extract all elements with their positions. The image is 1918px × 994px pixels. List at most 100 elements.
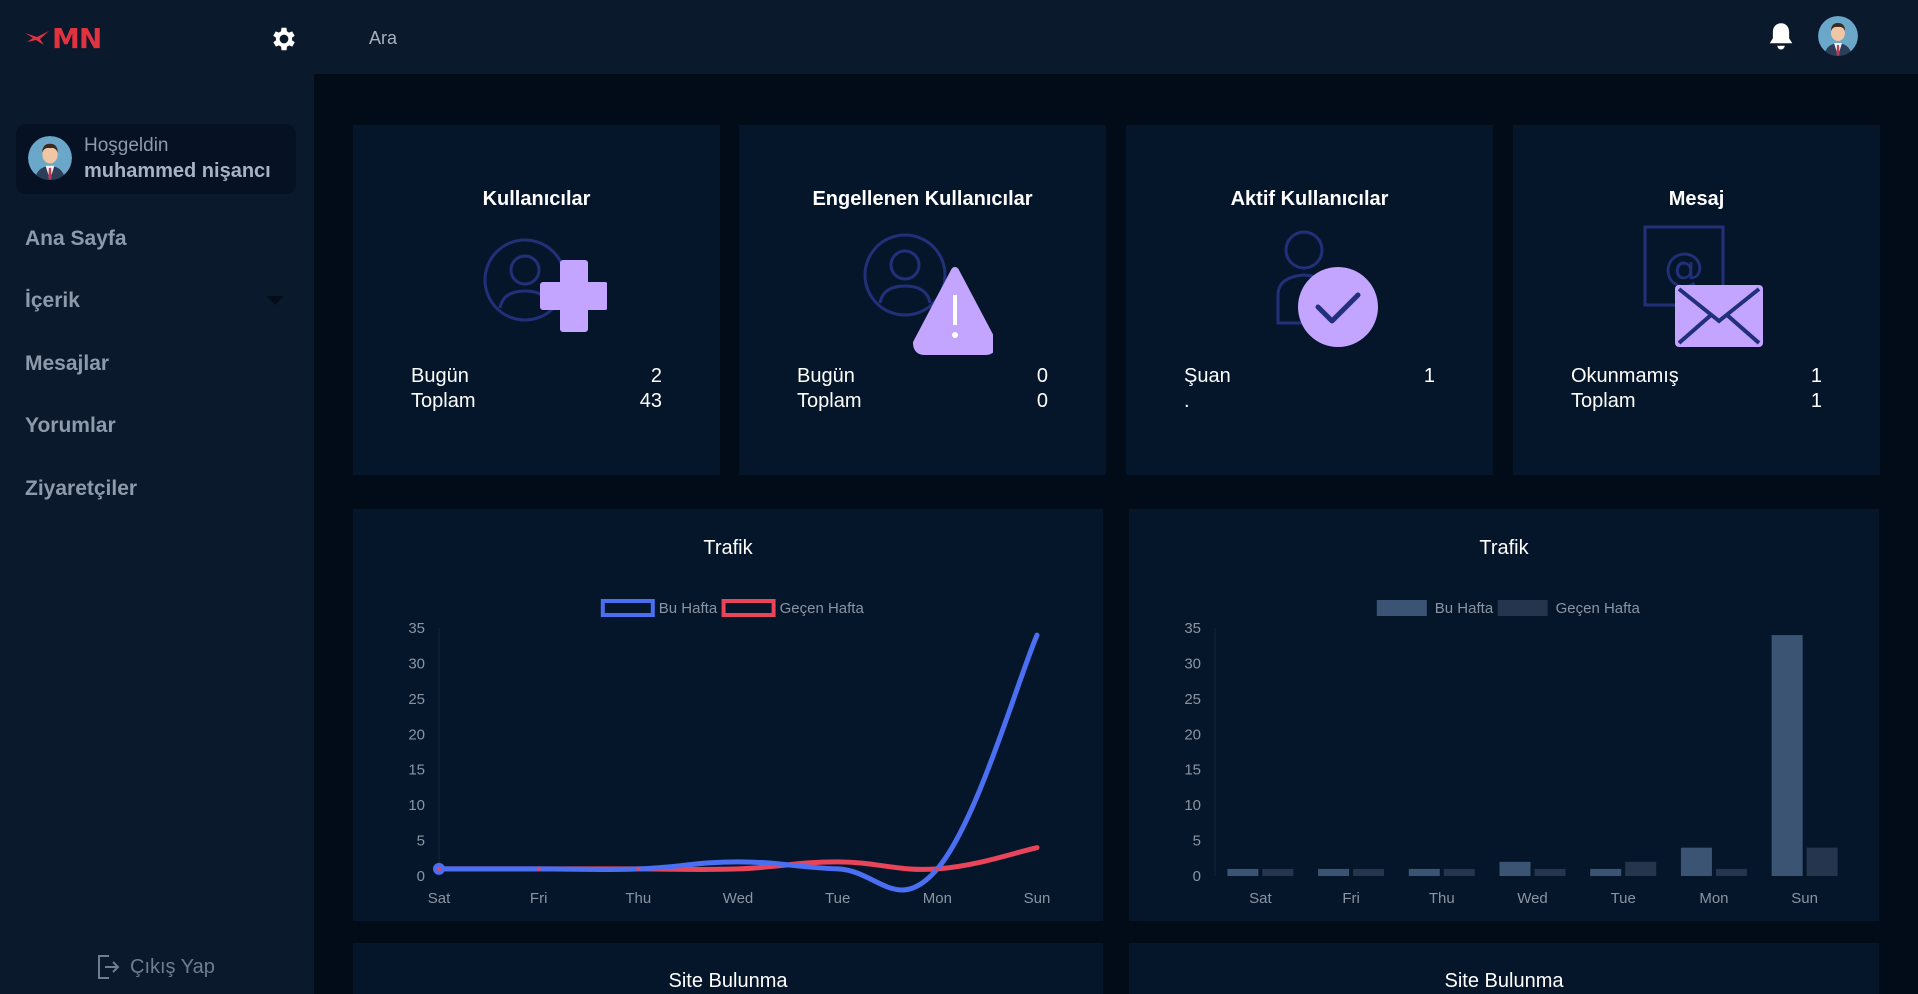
stat-title: Aktif Kullanıcılar	[1230, 188, 1389, 210]
legend-swatch[interactable]	[1376, 600, 1427, 616]
gear-icon[interactable]	[269, 24, 299, 54]
data-point[interactable]	[736, 859, 740, 864]
bar[interactable]	[1318, 868, 1350, 876]
bar[interactable]	[1771, 635, 1803, 876]
chevron-down-icon[interactable]	[266, 296, 284, 305]
user-active-icon	[1276, 230, 1378, 347]
bar[interactable]	[1227, 868, 1259, 876]
logout-icon	[98, 955, 120, 979]
data-point[interactable]	[835, 866, 840, 871]
stat-label: Toplam	[1571, 390, 1636, 412]
sidebar-item-home[interactable]: Ana Sayfa	[25, 227, 127, 251]
stat-card-blocked-users: Engellenen Kullanıcılar Bugün 0 Toplam 0	[739, 125, 1106, 475]
traffic-line-card: Trafik Bu Hafta Geçen Hafta 0 5 10 15 20 25 30 35…	[353, 509, 1103, 921]
y-tick-label: 15	[1184, 762, 1201, 779]
data-point[interactable]	[935, 866, 940, 871]
series-line	[436, 632, 1040, 893]
legend-label[interactable]: Bu Hafta	[659, 600, 718, 617]
bar[interactable]	[1806, 847, 1838, 876]
bar[interactable]	[1499, 861, 1531, 876]
y-tick-label: 0	[1193, 868, 1201, 885]
y-tick-label: 10	[408, 797, 425, 814]
stat-row: Şuan 1	[1184, 365, 1435, 388]
bar[interactable]	[1590, 868, 1622, 876]
site-presence-card: Site Bulunma	[353, 943, 1103, 994]
stat-label: Okunmamış	[1571, 365, 1679, 387]
stat-label: Şuan	[1184, 365, 1231, 387]
x-tick-label: Tue	[825, 890, 850, 907]
stat-row: Toplam 0	[797, 390, 1048, 413]
sidebar-item-content[interactable]: İçerik	[25, 289, 80, 313]
traffic-bar-chart: Bu Hafta Geçen Hafta 0 5 10 15 20 25 30 35 Sat Fri T…	[1184, 600, 1838, 907]
user-blocked-icon	[863, 233, 993, 355]
card-title: Site Bulunma	[668, 970, 788, 992]
legend-swatch[interactable]	[1497, 600, 1548, 616]
x-tick-label: Wed	[1517, 890, 1548, 907]
data-point[interactable]	[1035, 845, 1039, 850]
avatar[interactable]	[1818, 16, 1858, 56]
brand-logo[interactable]: MN	[24, 21, 102, 55]
stat-value: 43	[639, 390, 662, 412]
y-tick-label: 20	[1184, 726, 1201, 743]
x-tick-label: Fri	[530, 890, 548, 907]
bar[interactable]	[1443, 868, 1475, 876]
stat-value: 2	[650, 365, 662, 387]
legend-swatch[interactable]	[600, 599, 655, 617]
stat-label: Bugün	[797, 365, 855, 387]
data-point[interactable]	[736, 866, 740, 871]
search-input[interactable]	[355, 22, 675, 54]
x-tick-label: Wed	[723, 890, 754, 907]
data-point[interactable]	[536, 866, 541, 871]
bar[interactable]	[1534, 868, 1566, 876]
data-point[interactable]	[835, 859, 840, 864]
y-tick-label: 25	[408, 691, 425, 708]
x-tick-label: Sat	[428, 890, 451, 907]
data-point[interactable]	[636, 866, 641, 871]
x-tick-label: Thu	[1429, 890, 1455, 907]
stat-label: Toplam	[411, 390, 476, 412]
legend-label[interactable]: Geçen Hafta	[1556, 600, 1641, 617]
y-tick-label: 30	[1184, 655, 1201, 672]
x-tick-label: Sun	[1791, 890, 1818, 907]
bar[interactable]	[1262, 868, 1294, 876]
y-tick-label: 25	[1184, 691, 1201, 708]
logout-label: Çıkış Yap	[130, 955, 215, 978]
legend-label[interactable]: Geçen Hafta	[780, 600, 865, 617]
data-point[interactable]	[437, 866, 441, 871]
stat-card-active-users: Aktif Kullanıcılar Şuan 1 .	[1126, 125, 1493, 475]
bar[interactable]	[1625, 861, 1657, 876]
stat-value: 1	[1810, 390, 1822, 412]
stat-row: Bugün 2	[411, 365, 662, 388]
logo-text: MN	[52, 21, 102, 55]
stat-label: Bugün	[411, 365, 469, 387]
bar[interactable]	[1353, 868, 1385, 876]
bird-icon	[25, 31, 49, 45]
y-tick-label: 30	[408, 655, 425, 672]
legend-label[interactable]: Bu Hafta	[1435, 600, 1494, 617]
logout-button[interactable]: Çıkış Yap	[96, 954, 215, 980]
bar[interactable]	[1715, 868, 1747, 876]
stat-value: 1	[1423, 365, 1435, 387]
welcome-card: Hoşgeldin muhammed nişancı	[16, 124, 296, 194]
stat-card-messages: Mesaj @ Okunmamış 1 Toplam 1	[1513, 125, 1880, 475]
bar[interactable]	[1408, 868, 1440, 876]
data-point[interactable]	[1035, 633, 1039, 638]
stat-card-users: Kullanıcılar Bugün 2 Toplam 43	[353, 125, 720, 475]
legend-swatch[interactable]	[721, 599, 776, 617]
bell-icon[interactable]	[1766, 20, 1796, 54]
y-tick-label: 5	[417, 833, 425, 850]
y-tick-label: 35	[408, 620, 425, 637]
site-presence-card: Site Bulunma	[1129, 943, 1879, 994]
card-title: Site Bulunma	[1444, 970, 1564, 992]
sidebar-item-visitors[interactable]: Ziyaretçiler	[25, 477, 137, 501]
sidebar-item-comments[interactable]: Yorumlar	[25, 414, 116, 438]
x-tick-label: Mon	[1699, 890, 1728, 907]
y-tick-label: 0	[417, 868, 425, 885]
stat-row: Bugün 0	[797, 365, 1048, 388]
x-tick-label: Sat	[1249, 890, 1272, 907]
y-tick-label: 35	[1184, 620, 1201, 637]
sidebar-item-messages[interactable]: Mesajlar	[25, 352, 109, 376]
traffic-bar-card: Trafik Bu Hafta Geçen Hafta 0 5 10 15 20 25 30 35…	[1129, 509, 1879, 921]
avatar	[28, 136, 72, 180]
bar[interactable]	[1680, 847, 1712, 876]
